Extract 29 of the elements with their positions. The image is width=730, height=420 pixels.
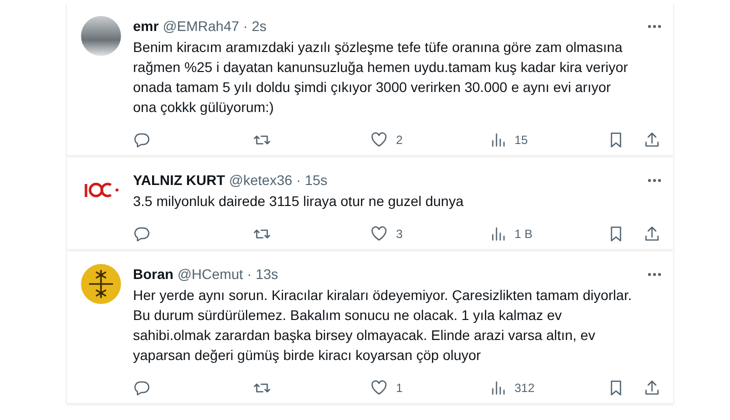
post-time[interactable]: · 2s [243,16,266,36]
share-icon[interactable] [643,131,661,149]
like-count: 3 [396,226,403,243]
post-time[interactable]: · 13s [247,264,278,284]
display-name[interactable]: Boran [133,264,174,284]
user-handle[interactable]: @ketex36 [229,170,292,190]
post-time[interactable]: · 15s [296,170,328,190]
avatar-photo-placeholder [81,16,121,56]
view-count: 1 B [514,226,533,243]
like-count: 2 [396,132,403,149]
reply-icon[interactable] [133,131,151,149]
heart-icon[interactable] [370,225,388,243]
heart-icon[interactable] [370,379,388,397]
avatar-emblem-icon [81,264,121,304]
display-name[interactable]: emr [133,16,159,36]
reply-icon[interactable] [133,379,151,397]
user-handle[interactable]: @EMRah47 [162,16,240,36]
view-count: 312 [514,380,535,397]
reply-icon[interactable] [133,225,151,243]
post-text: Benim kiracım aramızdaki yazılı şözleşme tefe tüfe oranına göre zam olmasına rağmen %25 i dayatan kanunsuzluğa hemen uydu.tamam kuş kadar kira veriyor onada tamam 5 yılı doldu şimdi çıkıyor 3000 verirken 30.000 e aynı evi arıyor ona çokkk gülüyorum:) [133,38,629,117]
like-count: 1 [396,380,403,397]
heart-icon[interactable] [370,131,388,149]
post-text: 3.5 milyonluk dairede 3115 liraya otur ne guzel dunya [133,192,465,211]
post-text: Her yerde aynı sorun. Kiracılar kiraları ödeyemiyor. Çaresizlikten tamam diyorlar. Bu durum sürdürülemez. Bakalım sonucu ne olacak. 1 yıla kalmaz ev sahibi.olmak zarardan başka birsey olmayacak. Elinde arazi varsa altın, ev yaparsan değeri gümüş birde kiracı koyarsan çöp oluyor [133,286,633,365]
display-name[interactable]: YALNIZ KURT [133,170,226,190]
share-icon[interactable] [643,225,661,243]
user-handle[interactable]: @HCemut [177,264,244,284]
view-count: 15 [514,132,528,149]
share-icon[interactable] [643,379,661,397]
